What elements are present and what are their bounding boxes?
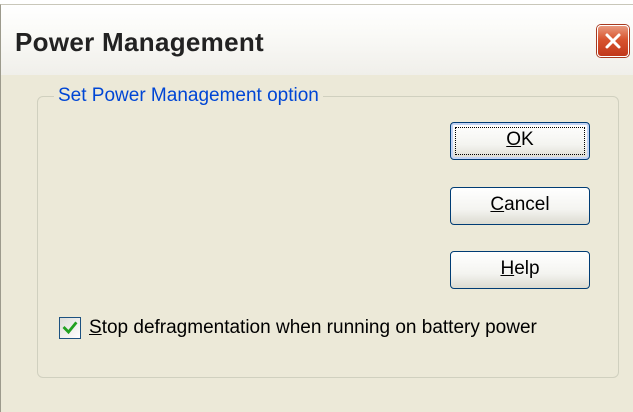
cancel-button[interactable]: Cancel [450, 187, 590, 225]
title-bar[interactable]: Power Management [1, 5, 633, 75]
help-label: elp [514, 258, 540, 279]
groupbox-label: Set Power Management option [54, 84, 323, 108]
close-button[interactable] [597, 25, 629, 57]
help-mnemonic: H [500, 258, 515, 279]
checkmark-icon [62, 321, 78, 335]
help-button[interactable]: Help [450, 251, 590, 289]
stop-on-battery-checkbox[interactable] [59, 317, 81, 339]
cancel-label: ancel [504, 194, 550, 215]
option-mnemonic: S [89, 317, 102, 338]
ok-mnemonic: O [506, 129, 522, 150]
ok-button[interactable]: OK [450, 122, 590, 160]
cancel-mnemonic: C [490, 194, 505, 215]
window-title: Power Management [15, 27, 264, 57]
stop-on-battery-label[interactable]: Stop defragmentation when running on bat… [89, 316, 537, 340]
option-label-text: top defragmentation when running on batt… [101, 317, 537, 338]
ok-label: K [521, 129, 534, 150]
close-icon [605, 33, 621, 49]
